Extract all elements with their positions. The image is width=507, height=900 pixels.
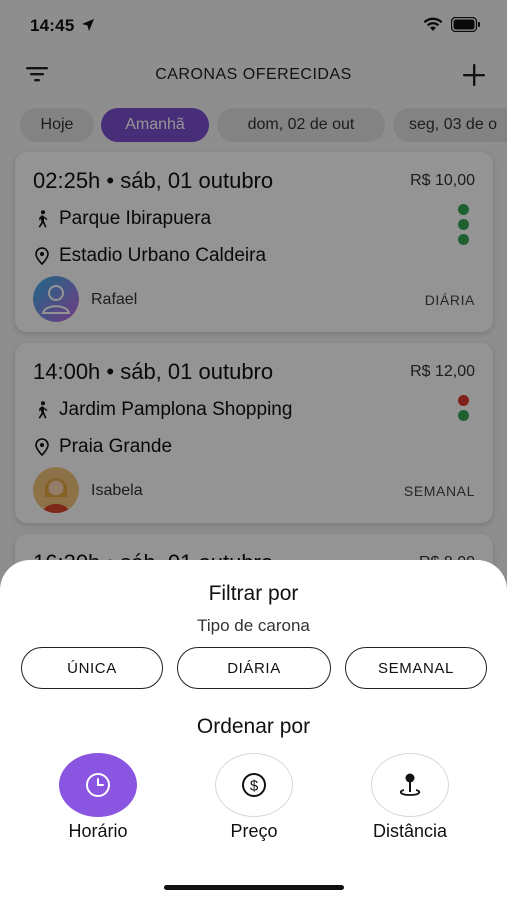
type-semanal-button[interactable]: SEMANAL (345, 647, 487, 689)
clock-icon (86, 773, 110, 797)
type-diaria-button[interactable]: DIÁRIA (177, 647, 331, 689)
sort-circle[interactable]: $ (215, 753, 293, 817)
sort-circle[interactable] (59, 753, 137, 817)
filter-title: Filtrar por (208, 582, 299, 605)
svg-text:$: $ (250, 778, 259, 795)
map-pin-icon (399, 773, 421, 796)
sort-preco-button[interactable]: $ Preço (189, 753, 319, 853)
home-indicator (164, 885, 344, 890)
sort-distancia-button[interactable]: Distância (345, 753, 475, 853)
sort-horario-button[interactable]: Horário (33, 753, 163, 853)
sort-label: Preço (230, 821, 278, 841)
type-unica-button[interactable]: ÚNICA (21, 647, 163, 689)
dollar-icon: $ (242, 773, 266, 797)
sort-title: Ordenar por (196, 715, 311, 738)
sort-label: Horário (68, 821, 128, 841)
sort-circle[interactable] (371, 753, 449, 817)
filter-sheet: Filtrar por Tipo de carona ÚNICA DIÁRIA … (0, 560, 507, 900)
filter-subtitle: Tipo de carona (197, 616, 310, 635)
sort-label: Distância (372, 821, 448, 841)
